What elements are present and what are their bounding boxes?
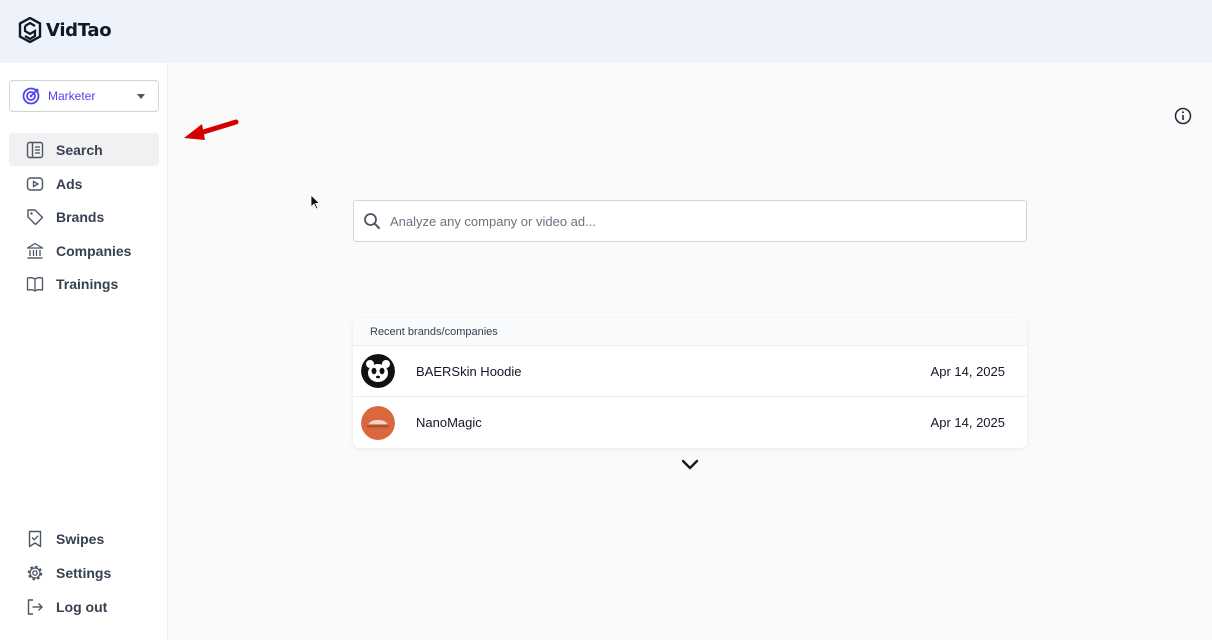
recent-brands-panel: Recent brands/companies BAERSkin Hoodie … xyxy=(353,318,1027,448)
role-selector[interactable]: Marketer xyxy=(9,80,159,112)
sidebar-item-label: Log out xyxy=(56,598,108,615)
brand-name: NanoMagic xyxy=(416,415,482,430)
list-item[interactable]: NanoMagic Apr 14, 2025 xyxy=(353,397,1027,448)
logout-icon xyxy=(25,597,45,617)
sidebar-item-label: Trainings xyxy=(56,275,119,292)
sidebar-item-logout[interactable]: Log out xyxy=(9,590,159,623)
tag-icon xyxy=(25,207,45,227)
sidebar-item-brands[interactable]: Brands xyxy=(9,200,159,233)
role-selector-value: Marketer xyxy=(48,89,96,103)
gear-icon xyxy=(25,563,45,583)
sidebar-item-label: Companies xyxy=(56,242,132,259)
brand-date: Apr 14, 2025 xyxy=(930,415,1005,430)
sidebar-item-ads[interactable]: Ads xyxy=(9,167,159,200)
play-icon xyxy=(25,174,45,194)
search-icon xyxy=(364,213,380,229)
sidebar-item-search[interactable]: Search xyxy=(9,133,159,166)
search-input[interactable] xyxy=(390,213,990,229)
chevron-down-icon xyxy=(137,94,145,99)
sidebar-item-trainings[interactable]: Trainings xyxy=(9,267,159,300)
brand-name: BAERSkin Hoodie xyxy=(416,363,522,379)
car-logo-avatar xyxy=(361,405,395,440)
bookmark-check-icon xyxy=(25,529,45,549)
target-icon xyxy=(22,87,40,105)
app-name: VidTao xyxy=(46,19,112,41)
sidebar-item-swipes[interactable]: Swipes xyxy=(9,522,159,555)
bank-icon xyxy=(25,241,45,261)
chevron-down-icon[interactable] xyxy=(680,458,700,472)
sidebar-item-label: Ads xyxy=(56,175,83,192)
sidebar-item-label: Swipes xyxy=(56,530,105,547)
panda-logo-avatar xyxy=(361,354,395,388)
app-logo[interactable]: VidTao xyxy=(18,17,112,43)
book-icon xyxy=(25,274,45,294)
search-list-icon xyxy=(25,140,45,160)
sidebar-item-label: Settings xyxy=(56,564,112,581)
sidebar: Marketer Search Ads Brands Companies Tra… xyxy=(0,63,168,640)
info-icon[interactable] xyxy=(1174,107,1192,125)
sidebar-item-settings[interactable]: Settings xyxy=(9,556,159,589)
search-box[interactable] xyxy=(353,200,1027,242)
vidtao-logo-icon xyxy=(18,17,42,43)
red-arrow-annotation xyxy=(184,119,239,140)
list-item[interactable]: BAERSkin Hoodie Apr 14, 2025 xyxy=(353,346,1027,397)
brand-date: Apr 14, 2025 xyxy=(930,363,1005,379)
sidebar-item-companies[interactable]: Companies xyxy=(9,234,159,267)
mouse-cursor-icon xyxy=(310,194,321,210)
sidebar-item-label: Brands xyxy=(56,208,105,225)
recent-brands-header: Recent brands/companies xyxy=(353,318,1027,346)
top-bar: VidTao xyxy=(0,0,1212,63)
sidebar-item-label: Search xyxy=(56,141,103,158)
